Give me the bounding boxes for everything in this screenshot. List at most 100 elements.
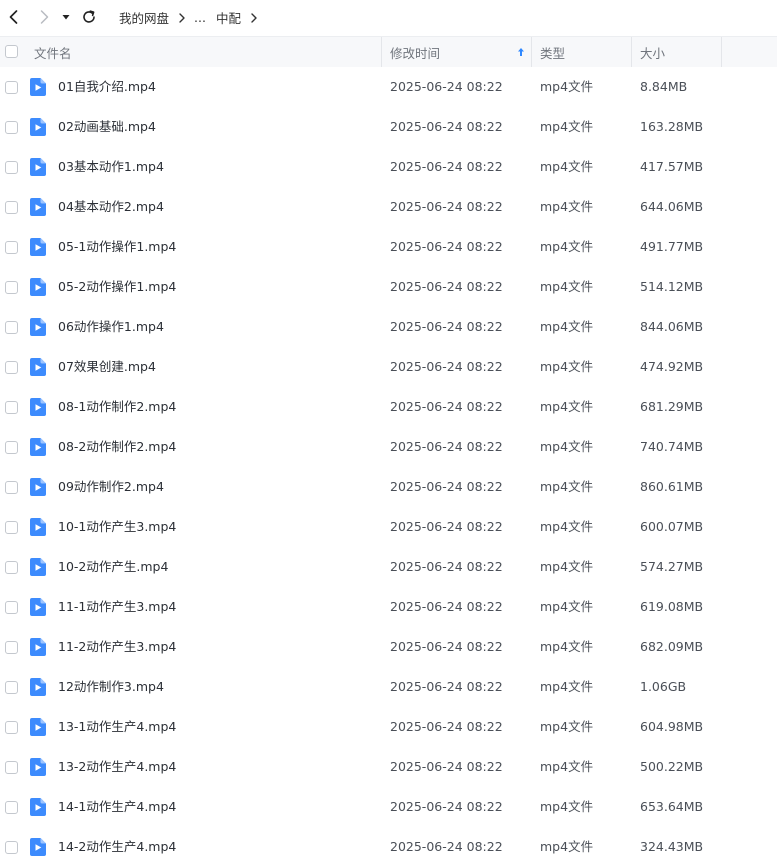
file-type: mp4文件: [540, 359, 594, 374]
column-divider[interactable]: [381, 37, 382, 67]
file-name[interactable]: 13-2动作生产4.mp4: [58, 747, 176, 787]
file-name[interactable]: 10-2动作产生.mp4: [58, 547, 168, 587]
file-name[interactable]: 11-1动作产生3.mp4: [58, 587, 176, 627]
file-name[interactable]: 13-1动作生产4.mp4: [58, 707, 176, 747]
file-row[interactable]: 11-1动作产生3.mp4 2025-06-24 08:22 mp4文件 619.08…: [0, 587, 777, 627]
file-modified-time: 2025-06-24 08:22: [390, 839, 503, 854]
breadcrumb-ellipsis[interactable]: ...: [194, 10, 206, 25]
row-checkbox[interactable]: [5, 121, 18, 134]
file-size: 8.84MB: [640, 79, 688, 94]
file-modified-time: 2025-06-24 08:22: [390, 279, 503, 294]
column-header-name[interactable]: 文件名: [34, 37, 72, 67]
file-size: 740.74MB: [640, 439, 704, 454]
file-type: mp4文件: [540, 79, 594, 94]
file-row[interactable]: 07效果创建.mp4 2025-06-24 08:22 mp4文件 474.92MB: [0, 347, 777, 387]
file-modified-time: 2025-06-24 08:22: [390, 159, 503, 174]
row-checkbox[interactable]: [5, 321, 18, 334]
file-row[interactable]: 03基本动作1.mp4 2025-06-24 08:22 mp4文件 417.57MB: [0, 147, 777, 187]
row-checkbox[interactable]: [5, 801, 18, 814]
file-name[interactable]: 03基本动作1.mp4: [58, 147, 164, 187]
file-type: mp4文件: [540, 159, 594, 174]
sort-ascending-icon: [518, 48, 524, 56]
file-name[interactable]: 02动画基础.mp4: [58, 107, 156, 147]
file-row[interactable]: 12动作制作3.mp4 2025-06-24 08:22 mp4文件 1.06GB: [0, 667, 777, 707]
file-name[interactable]: 10-1动作产生3.mp4: [58, 507, 176, 547]
file-name[interactable]: 05-1动作操作1.mp4: [58, 227, 176, 267]
file-modified-time: 2025-06-24 08:22: [390, 119, 503, 134]
row-checkbox[interactable]: [5, 561, 18, 574]
row-checkbox[interactable]: [5, 401, 18, 414]
file-row[interactable]: 08-2动作制作2.mp4 2025-06-24 08:22 mp4文件 740.74…: [0, 427, 777, 467]
file-row[interactable]: 08-1动作制作2.mp4 2025-06-24 08:22 mp4文件 681.29…: [0, 387, 777, 427]
file-name[interactable]: 09动作制作2.mp4: [58, 467, 164, 507]
row-checkbox[interactable]: [5, 641, 18, 654]
file-row[interactable]: 11-2动作产生3.mp4 2025-06-24 08:22 mp4文件 682.09…: [0, 627, 777, 667]
row-checkbox[interactable]: [5, 281, 18, 294]
column-divider[interactable]: [721, 37, 722, 67]
column-header-size[interactable]: 大小: [640, 37, 665, 67]
file-size: 619.08MB: [640, 599, 704, 614]
row-checkbox[interactable]: [5, 721, 18, 734]
row-checkbox[interactable]: [5, 81, 18, 94]
column-header-modified[interactable]: 修改时间: [390, 37, 530, 67]
file-row[interactable]: 10-1动作产生3.mp4 2025-06-24 08:22 mp4文件 600.07…: [0, 507, 777, 547]
row-checkbox[interactable]: [5, 481, 18, 494]
history-dropdown-button[interactable]: [58, 4, 74, 30]
file-name[interactable]: 04基本动作2.mp4: [58, 187, 164, 227]
file-modified-time: 2025-06-24 08:22: [390, 199, 503, 214]
row-checkbox[interactable]: [5, 241, 18, 254]
file-list-header: 文件名 修改时间 类型 大小: [0, 36, 777, 67]
file-row[interactable]: 04基本动作2.mp4 2025-06-24 08:22 mp4文件 644.06MB: [0, 187, 777, 227]
file-row[interactable]: 13-2动作生产4.mp4 2025-06-24 08:22 mp4文件 500.22…: [0, 747, 777, 787]
file-row[interactable]: 01自我介绍.mp4 2025-06-24 08:22 mp4文件 8.84MB: [0, 67, 777, 107]
refresh-icon: [83, 10, 95, 23]
row-checkbox[interactable]: [5, 201, 18, 214]
breadcrumb-current[interactable]: 中配: [216, 8, 241, 27]
file-name[interactable]: 08-1动作制作2.mp4: [58, 387, 176, 427]
breadcrumb-root[interactable]: 我的网盘: [119, 8, 169, 27]
select-all-checkbox[interactable]: [5, 45, 18, 58]
file-row[interactable]: 10-2动作产生.mp4 2025-06-24 08:22 mp4文件 574.27M…: [0, 547, 777, 587]
refresh-button[interactable]: [76, 4, 102, 30]
video-file-icon: [30, 158, 46, 176]
file-row[interactable]: 05-1动作操作1.mp4 2025-06-24 08:22 mp4文件 491.77…: [0, 227, 777, 267]
file-size: 681.29MB: [640, 399, 704, 414]
file-name[interactable]: 05-2动作操作1.mp4: [58, 267, 176, 307]
file-name[interactable]: 08-2动作制作2.mp4: [58, 427, 176, 467]
file-name[interactable]: 14-2动作生产4.mp4: [58, 827, 176, 860]
file-name[interactable]: 07效果创建.mp4: [58, 347, 156, 387]
column-divider[interactable]: [631, 37, 632, 67]
file-row[interactable]: 05-2动作操作1.mp4 2025-06-24 08:22 mp4文件 514.12…: [0, 267, 777, 307]
row-checkbox[interactable]: [5, 681, 18, 694]
file-row[interactable]: 14-1动作生产4.mp4 2025-06-24 08:22 mp4文件 653.64…: [0, 787, 777, 827]
video-file-icon: [30, 838, 46, 856]
file-type: mp4文件: [540, 839, 594, 854]
file-name[interactable]: 06动作操作1.mp4: [58, 307, 164, 347]
file-name[interactable]: 11-2动作产生3.mp4: [58, 627, 176, 667]
row-checkbox[interactable]: [5, 761, 18, 774]
file-row[interactable]: 06动作操作1.mp4 2025-06-24 08:22 mp4文件 844.06MB: [0, 307, 777, 347]
file-size: 491.77MB: [640, 239, 704, 254]
forward-button[interactable]: [31, 4, 57, 30]
row-checkbox[interactable]: [5, 521, 18, 534]
column-divider[interactable]: [531, 37, 532, 67]
row-checkbox[interactable]: [5, 601, 18, 614]
back-button[interactable]: [1, 4, 27, 30]
file-row[interactable]: 14-2动作生产4.mp4 2025-06-24 08:22 mp4文件 324.43…: [0, 827, 777, 860]
video-file-icon: [30, 238, 46, 256]
file-modified-time: 2025-06-24 08:22: [390, 599, 503, 614]
file-row[interactable]: 09动作制作2.mp4 2025-06-24 08:22 mp4文件 860.61MB: [0, 467, 777, 507]
file-type: mp4文件: [540, 399, 594, 414]
file-name[interactable]: 01自我介绍.mp4: [58, 67, 156, 107]
file-modified-time: 2025-06-24 08:22: [390, 479, 503, 494]
file-name[interactable]: 12动作制作3.mp4: [58, 667, 164, 707]
file-name[interactable]: 14-1动作生产4.mp4: [58, 787, 176, 827]
column-header-type[interactable]: 类型: [540, 37, 565, 67]
row-checkbox[interactable]: [5, 841, 18, 854]
row-checkbox[interactable]: [5, 161, 18, 174]
file-row[interactable]: 13-1动作生产4.mp4 2025-06-24 08:22 mp4文件 604.98…: [0, 707, 777, 747]
video-file-icon: [30, 438, 46, 456]
row-checkbox[interactable]: [5, 361, 18, 374]
row-checkbox[interactable]: [5, 441, 18, 454]
file-row[interactable]: 02动画基础.mp4 2025-06-24 08:22 mp4文件 163.28MB: [0, 107, 777, 147]
